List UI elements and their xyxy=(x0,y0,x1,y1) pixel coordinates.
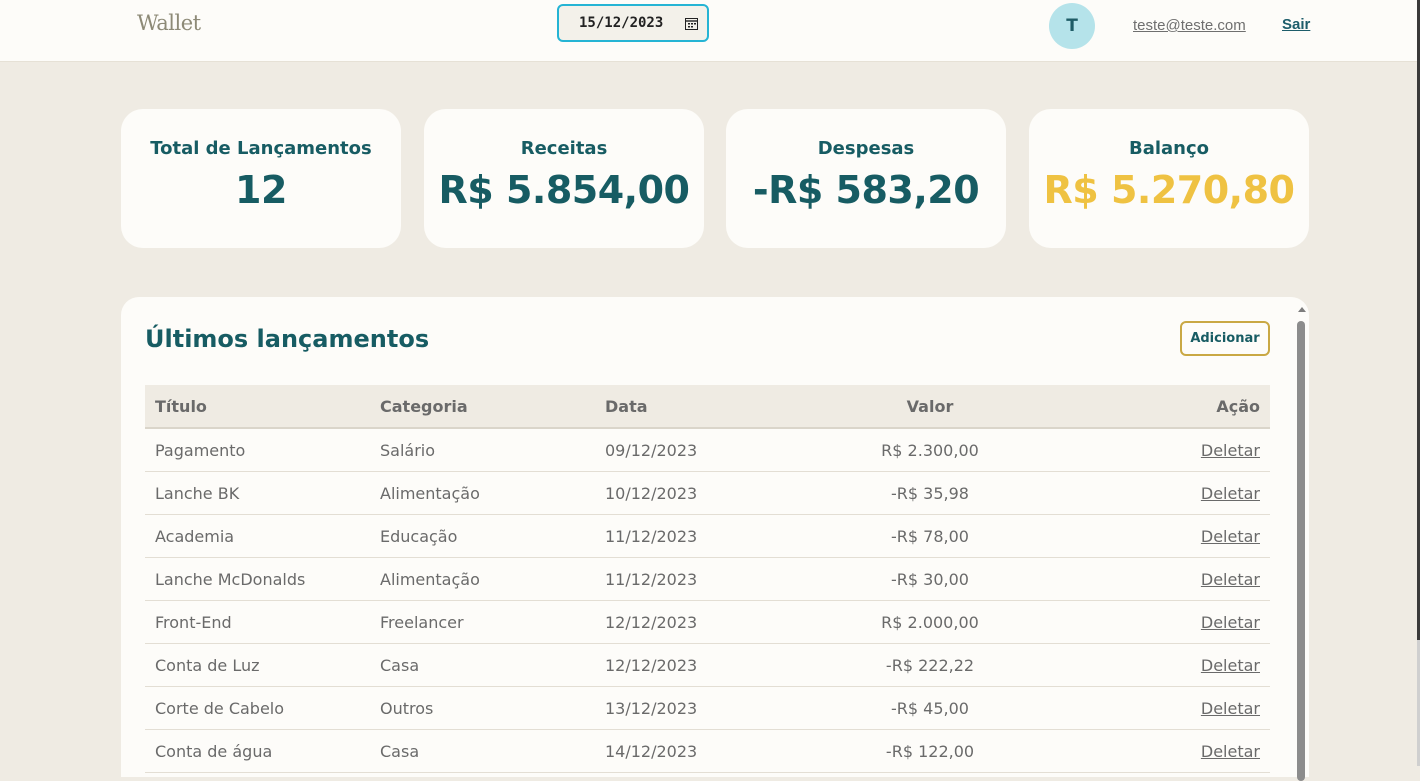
cell-acao: Deletar xyxy=(1045,471,1270,515)
delete-link[interactable]: Deletar xyxy=(1201,441,1260,460)
cell-categoria: Casa xyxy=(370,643,595,687)
add-button[interactable]: Adicionar xyxy=(1180,321,1270,356)
cell-categoria: Alimentação xyxy=(370,557,595,601)
cell-titulo: Front-End xyxy=(145,600,370,644)
cell-data: 11/12/2023 xyxy=(595,557,815,601)
date-picker-input[interactable]: 15/12/2023 xyxy=(557,4,709,42)
calendar-icon[interactable] xyxy=(685,17,698,30)
transactions-panel: Últimos lançamentos Adicionar Título Cat… xyxy=(121,297,1309,781)
summary-value: R$ 5.854,00 xyxy=(438,168,690,212)
cell-titulo: Academia xyxy=(145,514,370,558)
cell-data: 12/12/2023 xyxy=(595,600,815,644)
cell-titulo: Lanche BK xyxy=(145,471,370,515)
header-acao: Ação xyxy=(1045,385,1270,429)
header-categoria: Categoria xyxy=(370,385,595,429)
cell-data: 13/12/2023 xyxy=(595,686,815,730)
cell-data: 14/12/2023 xyxy=(595,729,815,773)
cell-titulo: Conta de água xyxy=(145,729,370,773)
cell-data: 09/12/2023 xyxy=(595,428,815,472)
header-titulo: Título xyxy=(145,385,370,429)
transactions-table: Título Categoria Data Valor Ação Pagamen… xyxy=(145,385,1270,773)
panel-scrollbar-thumb[interactable] xyxy=(1297,321,1305,781)
delete-link[interactable]: Deletar xyxy=(1201,484,1260,503)
cell-categoria: Educação xyxy=(370,514,595,558)
delete-link[interactable]: Deletar xyxy=(1201,699,1260,718)
cell-valor: -R$ 122,00 xyxy=(815,729,1045,773)
wallet-logo[interactable]: Wallet xyxy=(137,11,201,35)
top-header: Wallet 15/12/2023 T teste@teste.com Sair xyxy=(0,0,1417,62)
cell-titulo: Corte de Cabelo xyxy=(145,686,370,730)
table-row: Lanche BK Alimentação 10/12/2023 -R$ 35,… xyxy=(145,471,1270,515)
summary-label: Balanço xyxy=(1128,138,1210,159)
cell-acao: Deletar xyxy=(1045,643,1270,687)
table-row: Conta de Luz Casa 12/12/2023 -R$ 222,22 … xyxy=(145,643,1270,687)
cell-valor: -R$ 222,22 xyxy=(815,643,1045,687)
table-header-row: Título Categoria Data Valor Ação xyxy=(145,385,1270,429)
delete-link[interactable]: Deletar xyxy=(1201,570,1260,589)
summary-label: Receitas xyxy=(520,138,608,159)
delete-link[interactable]: Deletar xyxy=(1201,527,1260,546)
cell-acao: Deletar xyxy=(1045,514,1270,558)
cell-data: 12/12/2023 xyxy=(595,643,815,687)
table-row: Academia Educação 11/12/2023 -R$ 78,00 D… xyxy=(145,514,1270,558)
cell-titulo: Lanche McDonalds xyxy=(145,557,370,601)
cell-valor: -R$ 78,00 xyxy=(815,514,1045,558)
cell-valor: -R$ 45,00 xyxy=(815,686,1045,730)
delete-link[interactable]: Deletar xyxy=(1201,613,1260,632)
cell-acao: Deletar xyxy=(1045,729,1270,773)
cell-categoria: Alimentação xyxy=(370,471,595,515)
cell-valor: R$ 2.300,00 xyxy=(815,428,1045,472)
header-valor: Valor xyxy=(815,385,1045,429)
summary-label: Despesas xyxy=(817,138,915,159)
cell-acao: Deletar xyxy=(1045,600,1270,644)
cell-categoria: Outros xyxy=(370,686,595,730)
user-avatar[interactable]: T xyxy=(1049,3,1095,49)
panel-scrollbar[interactable] xyxy=(1297,305,1307,781)
cell-valor: -R$ 30,00 xyxy=(815,557,1045,601)
summary-value: R$ 5.270,80 xyxy=(1043,168,1295,212)
delete-link[interactable]: Deletar xyxy=(1201,742,1260,761)
summary-card-receitas: Receitas R$ 5.854,00 xyxy=(424,109,704,248)
table-row: Front-End Freelancer 12/12/2023 R$ 2.000… xyxy=(145,600,1270,644)
cell-titulo: Pagamento xyxy=(145,428,370,472)
summary-label: Total de Lançamentos xyxy=(150,138,372,159)
summary-card-balanco: Balanço R$ 5.270,80 xyxy=(1029,109,1309,248)
delete-link[interactable]: Deletar xyxy=(1201,656,1260,675)
scroll-up-arrow-icon[interactable] xyxy=(1298,307,1306,312)
user-email-link[interactable]: teste@teste.com xyxy=(1133,17,1246,34)
cell-data: 11/12/2023 xyxy=(595,514,815,558)
date-value: 15/12/2023 xyxy=(579,15,664,31)
cell-valor: R$ 2.000,00 xyxy=(815,600,1045,644)
summary-value: 12 xyxy=(235,168,287,212)
table-row: Corte de Cabelo Outros 13/12/2023 -R$ 45… xyxy=(145,686,1270,730)
table-row: Lanche McDonalds Alimentação 11/12/2023 … xyxy=(145,557,1270,601)
header-data: Data xyxy=(595,385,815,429)
cell-acao: Deletar xyxy=(1045,686,1270,730)
cell-acao: Deletar xyxy=(1045,428,1270,472)
cell-data: 10/12/2023 xyxy=(595,471,815,515)
panel-title: Últimos lançamentos xyxy=(145,325,430,353)
cell-categoria: Freelancer xyxy=(370,600,595,644)
cell-valor: -R$ 35,98 xyxy=(815,471,1045,515)
table-row: Conta de água Casa 14/12/2023 -R$ 122,00… xyxy=(145,729,1270,773)
summary-card-total: Total de Lançamentos 12 xyxy=(121,109,401,248)
summary-value: -R$ 583,20 xyxy=(752,168,980,212)
table-row: Pagamento Salário 09/12/2023 R$ 2.300,00… xyxy=(145,428,1270,472)
summary-card-despesas: Despesas -R$ 583,20 xyxy=(726,109,1006,248)
cell-categoria: Salário xyxy=(370,428,595,472)
cell-acao: Deletar xyxy=(1045,557,1270,601)
cell-titulo: Conta de Luz xyxy=(145,643,370,687)
cell-categoria: Casa xyxy=(370,729,595,773)
logout-link[interactable]: Sair xyxy=(1282,16,1310,33)
